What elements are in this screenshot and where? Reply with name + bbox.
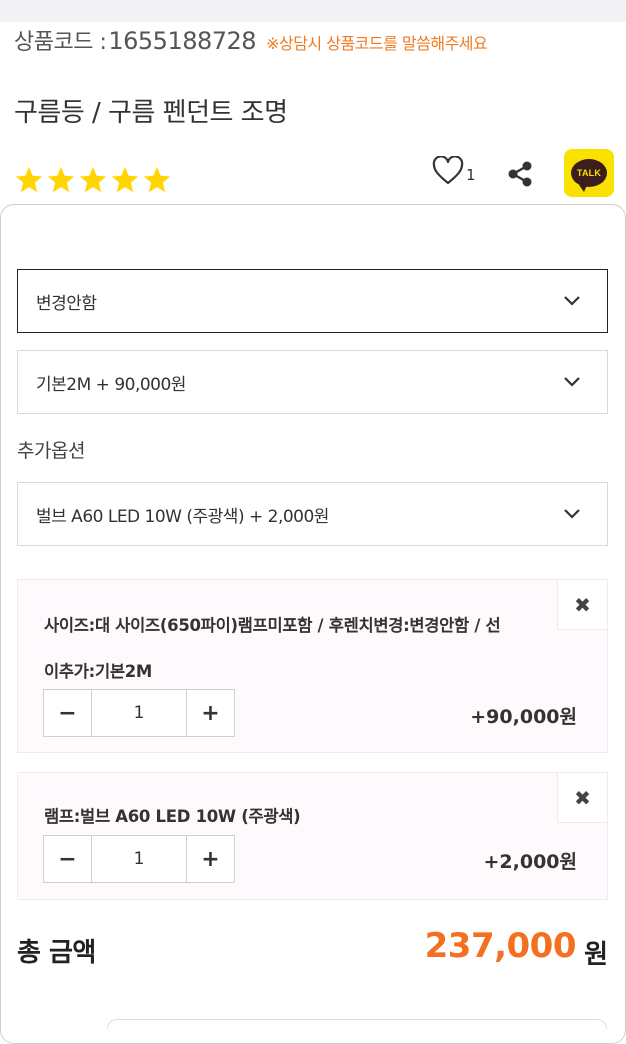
- additional-option-value: 벌브 A60 LED 10W (주광색) + 2,000원: [36, 506, 329, 527]
- remove-item-button[interactable]: ✖: [557, 773, 607, 823]
- decrease-qty-button[interactable]: −: [43, 689, 92, 737]
- quantity-stepper: − 1 +: [43, 835, 235, 883]
- additional-options-label: 추가옵션: [17, 440, 85, 462]
- kakao-talk-button[interactable]: TALK: [564, 149, 614, 197]
- close-icon: ✖: [574, 592, 591, 617]
- increase-qty-button[interactable]: +: [186, 689, 235, 737]
- increase-qty-button[interactable]: +: [186, 835, 235, 883]
- option-select-cable[interactable]: 기본2M + 90,000원: [17, 350, 608, 414]
- share-icon: [508, 161, 532, 187]
- product-title: 구름등 / 구름 펜던트 조명: [14, 98, 288, 128]
- kakao-talk-icon: TALK: [571, 159, 607, 192]
- selected-item-desc-cont: 이추가:기본2M: [44, 662, 152, 681]
- additional-option-select[interactable]: 벌브 A60 LED 10W (주광색) + 2,000원: [17, 482, 608, 546]
- chevron-down-icon: [564, 296, 580, 306]
- heart-icon: [432, 156, 464, 185]
- share-button[interactable]: [504, 158, 536, 190]
- product-code-label: 상품코드 :: [14, 30, 107, 55]
- item-price: +90,000원: [470, 706, 577, 728]
- quantity-input[interactable]: 1: [92, 689, 186, 737]
- product-code: 1655188728: [108, 27, 257, 55]
- total-unit: 원: [584, 940, 608, 970]
- item-price: +2,000원: [483, 851, 578, 873]
- top-bar: [0, 0, 626, 22]
- remove-item-button[interactable]: ✖: [557, 580, 607, 630]
- option-select-french[interactable]: 변경안함: [17, 269, 608, 333]
- selected-item-desc: 사이즈:대 사이즈(650파이)램프미포함 / 후렌치변경:변경안함 / 선: [44, 616, 501, 635]
- star-icon: [79, 166, 107, 193]
- like-count: 1: [466, 166, 476, 184]
- quantity-input[interactable]: 1: [92, 835, 186, 883]
- chevron-down-icon: [564, 377, 580, 387]
- product-code-note: ※상담시 상품코드를 말씀해주세요: [266, 34, 488, 53]
- selected-item-desc: 램프:벌브 A60 LED 10W (주광색): [44, 807, 301, 826]
- quantity-stepper: − 1 +: [43, 689, 235, 737]
- selected-item: 사이즈:대 사이즈(650파이)램프미포함 / 후렌치변경:변경안함 / 선 이…: [17, 579, 608, 753]
- like-button[interactable]: 1: [432, 156, 476, 186]
- kakao-talk-label: TALK: [576, 168, 602, 178]
- option-select-cable-value: 기본2M + 90,000원: [36, 374, 186, 395]
- total-amount: 237,000: [424, 926, 577, 966]
- product-code-row: 상품코드 : 1655188728 ※상담시 상품코드를 말씀해주세요: [14, 24, 488, 56]
- option-select-french-value: 변경안함: [36, 293, 97, 314]
- total-label: 총 금액: [17, 938, 96, 968]
- decrease-qty-button[interactable]: −: [43, 835, 92, 883]
- bottom-buttons-edge: [107, 1019, 607, 1029]
- star-icon: [143, 166, 171, 193]
- star-icon: [47, 166, 75, 193]
- selected-item: 램프:벌브 A60 LED 10W (주광색) ✖ − 1 + +2,000원: [17, 772, 608, 900]
- star-icon: [15, 166, 43, 193]
- star-icon: [111, 166, 139, 193]
- rating-stars: [14, 165, 172, 195]
- close-icon: ✖: [574, 785, 591, 810]
- chevron-down-icon: [564, 509, 580, 519]
